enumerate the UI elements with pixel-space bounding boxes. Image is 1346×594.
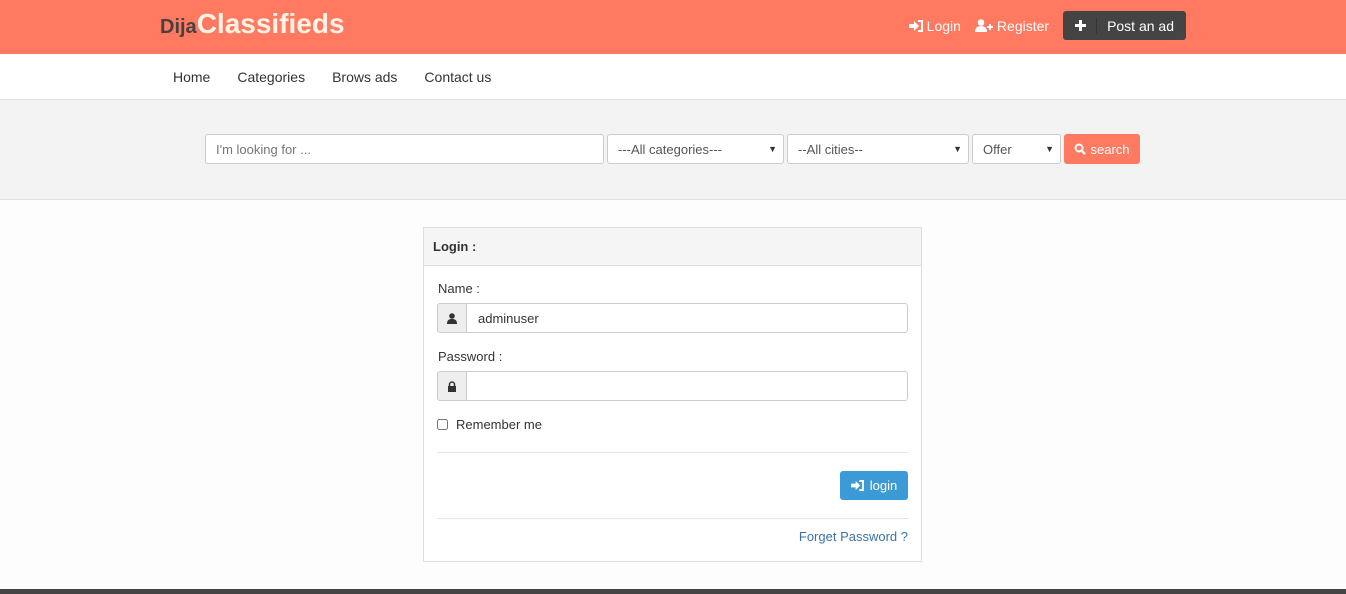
- nav-brows-ads[interactable]: Brows ads: [332, 69, 397, 85]
- search-button[interactable]: search: [1064, 134, 1140, 164]
- divider: [437, 518, 908, 519]
- footer: [0, 589, 1346, 594]
- caret-down-icon: ▼: [1045, 144, 1054, 154]
- logo[interactable]: DijaClassifieds: [160, 8, 345, 40]
- password-label: Password :: [438, 349, 503, 364]
- login-panel-title: Login :: [424, 228, 921, 266]
- caret-down-icon: ▼: [953, 144, 962, 154]
- nav-home[interactable]: Home: [173, 69, 210, 85]
- name-label: Name :: [438, 281, 480, 296]
- user-plus-icon: [974, 19, 993, 32]
- login-panel: Login : Name : Password : Remember me lo…: [423, 227, 922, 562]
- caret-down-icon: ▼: [768, 144, 777, 154]
- top-bar: DijaClassifieds Login Register Post an a…: [0, 0, 1346, 54]
- main-nav: Home Categories Brows ads Contact us: [0, 54, 1346, 100]
- city-select[interactable]: --All cities-- ▼: [787, 134, 969, 164]
- login-link[interactable]: Login: [908, 18, 961, 34]
- search-bar: ---All categories---▼ --All cities--▼ Of…: [0, 100, 1346, 200]
- remember-me[interactable]: Remember me: [437, 417, 542, 432]
- divider: [437, 452, 908, 453]
- register-link[interactable]: Register: [974, 18, 1049, 34]
- nav-categories[interactable]: Categories: [237, 69, 305, 85]
- type-select[interactable]: Offer ▼: [972, 134, 1061, 164]
- password-input[interactable]: [467, 371, 908, 401]
- user-icon: [437, 303, 467, 333]
- plus-icon: [1075, 20, 1087, 31]
- login-button[interactable]: login: [840, 471, 908, 500]
- search-icon: [1074, 143, 1087, 155]
- sign-in-icon: [908, 19, 923, 32]
- post-ad-button[interactable]: Post an ad: [1063, 11, 1186, 40]
- nav-contact-us[interactable]: Contact us: [424, 69, 491, 85]
- lock-icon: [437, 371, 467, 401]
- name-input[interactable]: [467, 303, 908, 333]
- remember-me-checkbox[interactable]: [437, 419, 448, 430]
- search-input[interactable]: [205, 134, 604, 164]
- forgot-password-link[interactable]: Forget Password ?: [799, 529, 908, 544]
- sign-in-icon: [850, 480, 864, 491]
- category-select[interactable]: ---All categories--- ▼: [607, 134, 784, 164]
